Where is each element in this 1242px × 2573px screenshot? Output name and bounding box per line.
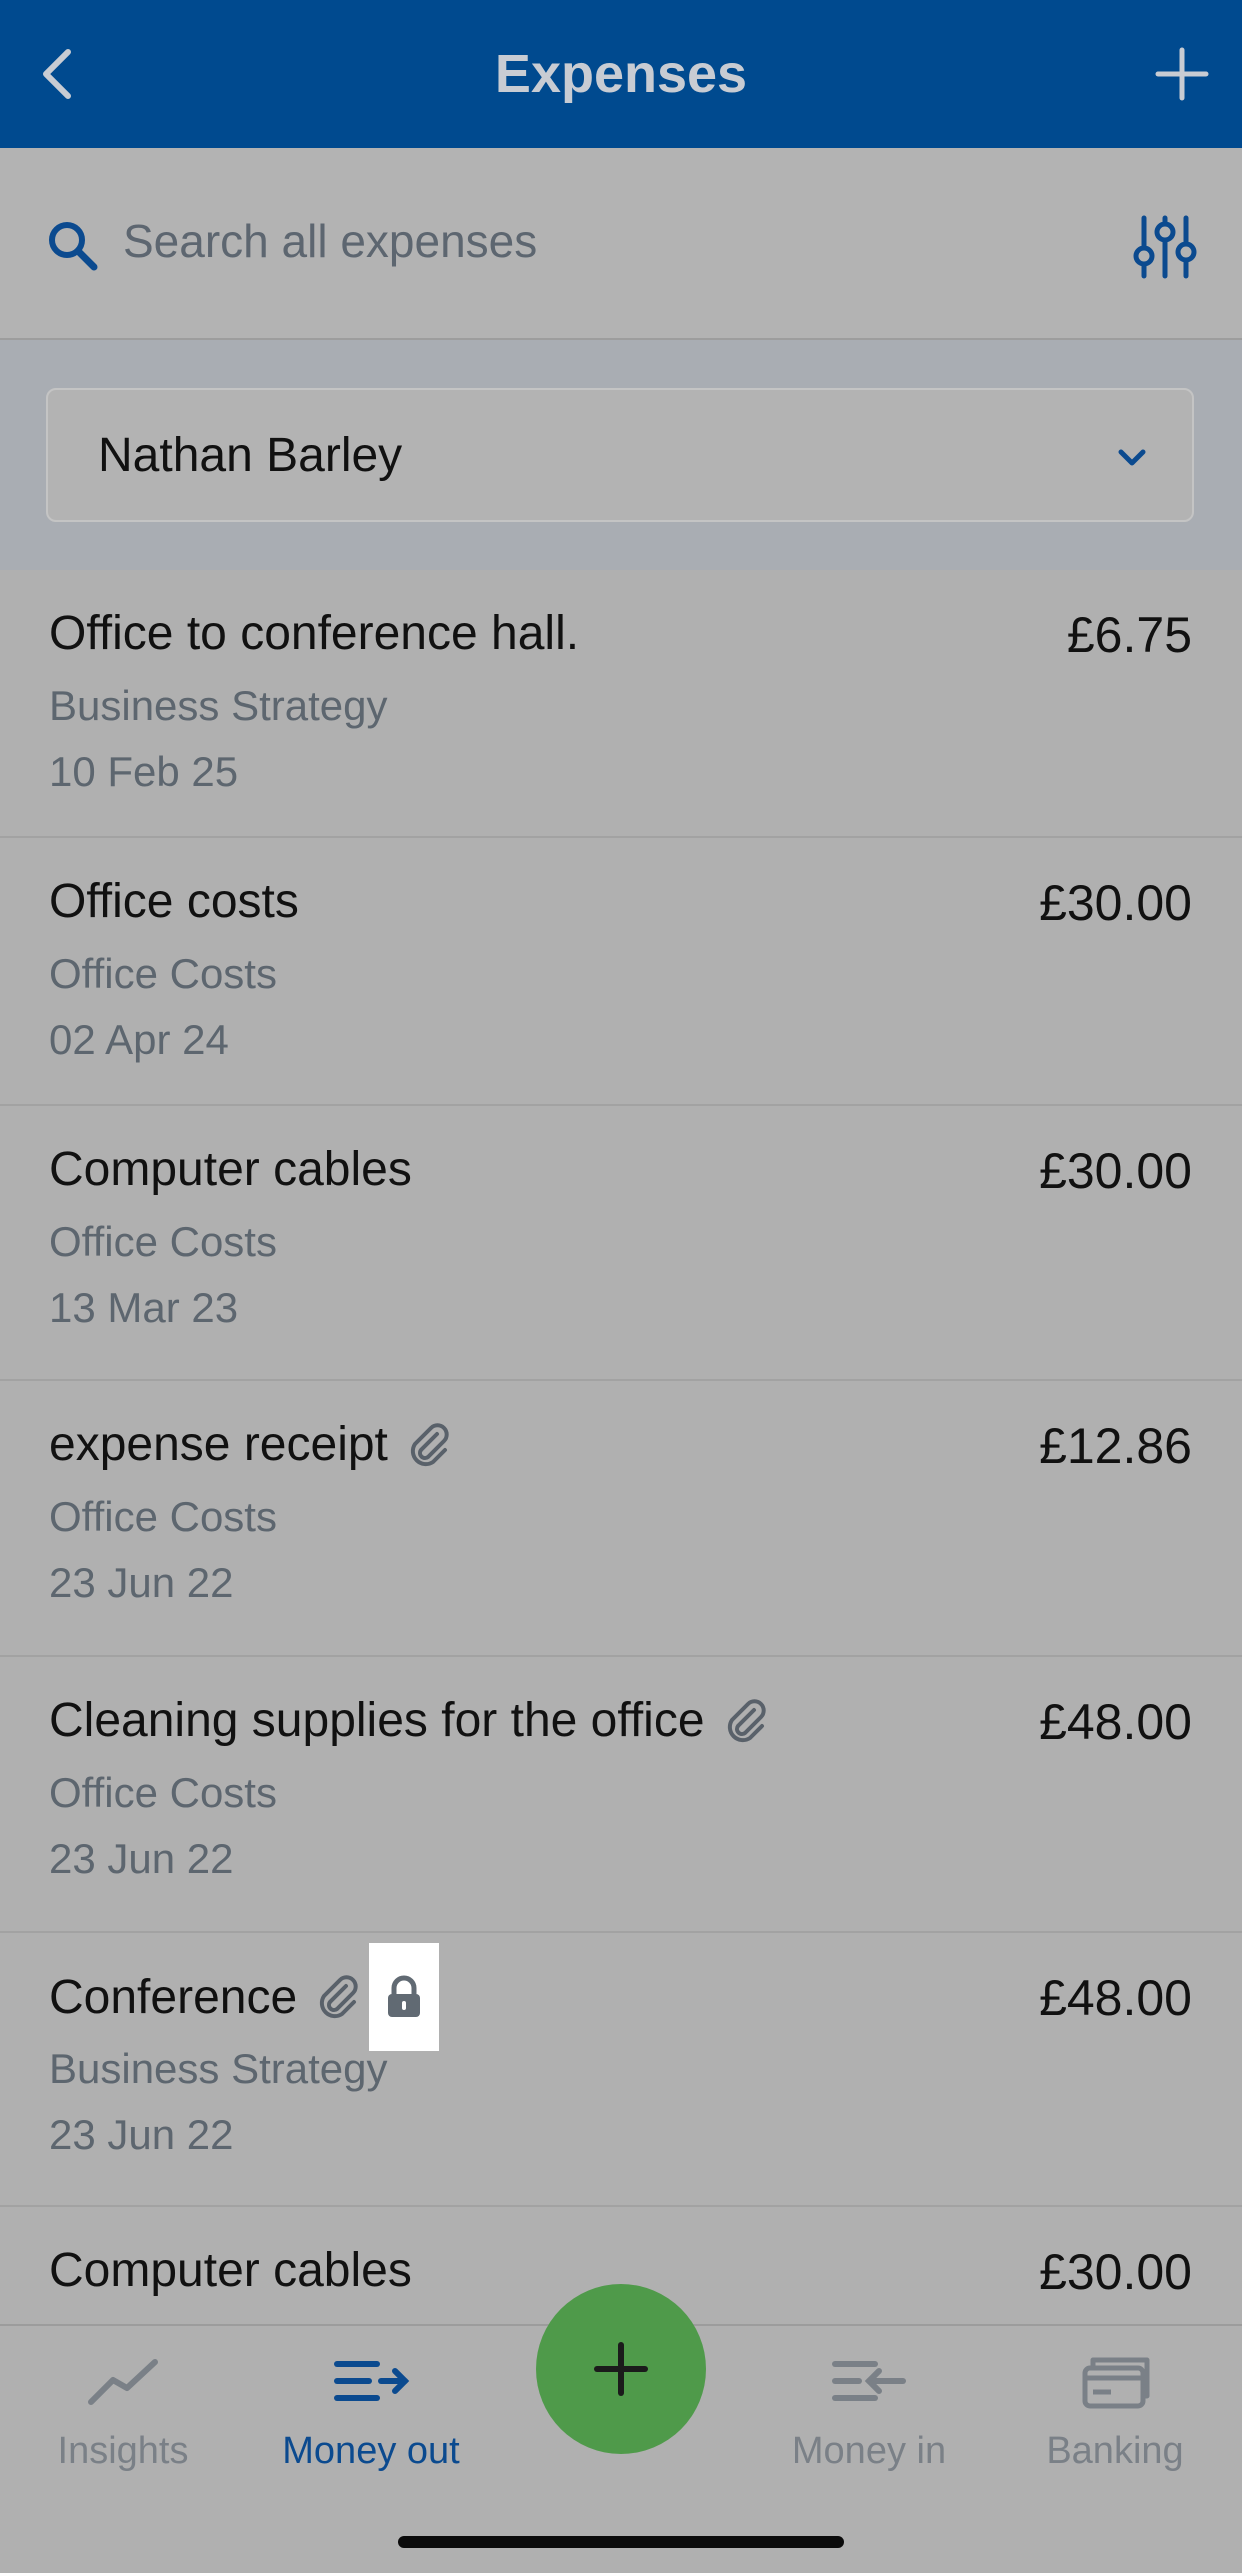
home-indicator <box>398 2536 844 2548</box>
lock-icon <box>388 1975 421 2017</box>
expense-amount: £48.00 <box>1039 1970 1192 2026</box>
expense-amount: £30.00 <box>1039 1143 1192 1199</box>
expense-date: 02 Apr 24 <box>49 1016 229 1063</box>
attachment-icon <box>727 1698 766 1742</box>
attachment-icon <box>410 1422 449 1466</box>
app-header: Expenses <box>0 0 1242 148</box>
expense-title: expense receipt <box>49 1418 388 1471</box>
expense-category: Business Strategy <box>49 682 388 729</box>
filter-sliders-icon[interactable] <box>1130 212 1200 282</box>
expense-title: Office costs <box>49 875 299 928</box>
page-title: Expenses <box>494 44 748 104</box>
expense-list: Office to conference hall. Business Stra… <box>0 570 1242 2337</box>
expense-date: 23 Jun 22 <box>49 2111 234 2158</box>
nav-banking[interactable]: Banking <box>1000 2346 1230 2496</box>
dropdown-selected-value: Nathan Barley <box>98 429 403 482</box>
expense-row[interactable]: Office to conference hall. Business Stra… <box>0 570 1242 838</box>
expense-row[interactable]: Office costs Office Costs 02 Apr 24 £30.… <box>0 838 1242 1106</box>
expense-category: Office Costs <box>49 1218 277 1265</box>
banking-card-icon <box>1082 2357 1150 2409</box>
expense-row[interactable]: Cleaning supplies for the office Office … <box>0 1657 1242 1933</box>
nav-label: Insights <box>57 2430 189 2472</box>
add-expense-button[interactable] <box>536 2284 706 2454</box>
user-dropdown[interactable]: Nathan Barley <box>46 388 1194 522</box>
expense-amount: £12.86 <box>1039 1418 1192 1474</box>
expense-date: 13 Mar 23 <box>49 1284 239 1331</box>
money-out-icon <box>334 2361 410 2401</box>
expense-title-wrap: Conference <box>49 1943 440 2051</box>
expense-amount: £6.75 <box>1066 607 1192 663</box>
expense-title-wrap: expense receipt <box>49 1417 454 1472</box>
search-icon <box>49 222 98 271</box>
nav-insights[interactable]: Insights <box>8 2346 238 2496</box>
expense-amount: £48.00 <box>1039 1694 1192 1750</box>
nav-label: Money in <box>791 2430 947 2472</box>
expense-category: Office Costs <box>49 950 277 997</box>
expense-date: 23 Jun 22 <box>49 1559 234 1606</box>
nav-money-out[interactable]: Money out <box>256 2346 486 2496</box>
expense-title-wrap: Cleaning supplies for the office <box>49 1693 771 1748</box>
money-in-icon <box>832 2361 906 2401</box>
insights-chart-icon <box>88 2359 158 2405</box>
expense-row[interactable]: expense receipt Office Costs 23 Jun 22 £… <box>0 1381 1242 1657</box>
search-input[interactable]: Search all expenses <box>123 214 537 268</box>
back-arrow-icon[interactable] <box>30 44 90 104</box>
expense-amount: £30.00 <box>1039 2244 1192 2300</box>
expense-date: 10 Feb 25 <box>49 748 239 795</box>
plus-icon <box>594 2342 648 2396</box>
expense-amount: £30.00 <box>1039 875 1192 931</box>
expense-category: Business Strategy <box>49 2045 388 2092</box>
nav-label: Money out <box>282 2430 460 2472</box>
expense-title: Cleaning supplies for the office <box>49 1694 705 1747</box>
expense-title: Conference <box>49 1970 298 2024</box>
expense-row[interactable]: Conference Business Strategy 23 Jun 22 £… <box>0 1933 1242 2207</box>
expense-title: Office to conference hall. <box>49 607 580 660</box>
filter-area: Nathan Barley <box>0 340 1242 570</box>
expense-row[interactable]: Computer cables Office Costs 13 Mar 23 £… <box>0 1106 1242 1381</box>
chevron-down-icon <box>1118 449 1146 466</box>
search-bar[interactable]: Search all expenses <box>0 148 1242 340</box>
attachment-icon <box>320 1975 358 2019</box>
add-icon[interactable] <box>1152 44 1212 104</box>
expense-category: Office Costs <box>49 1493 277 1540</box>
nav-label: Banking <box>1046 2430 1184 2472</box>
expense-category: Office Costs <box>49 1769 277 1816</box>
expense-date: 23 Jun 22 <box>49 1835 234 1882</box>
nav-money-in[interactable]: Money in <box>754 2346 984 2496</box>
expense-title: Computer cables <box>49 2244 412 2297</box>
expense-title: Computer cables <box>49 1143 412 1196</box>
locked-badge <box>369 1943 440 2051</box>
